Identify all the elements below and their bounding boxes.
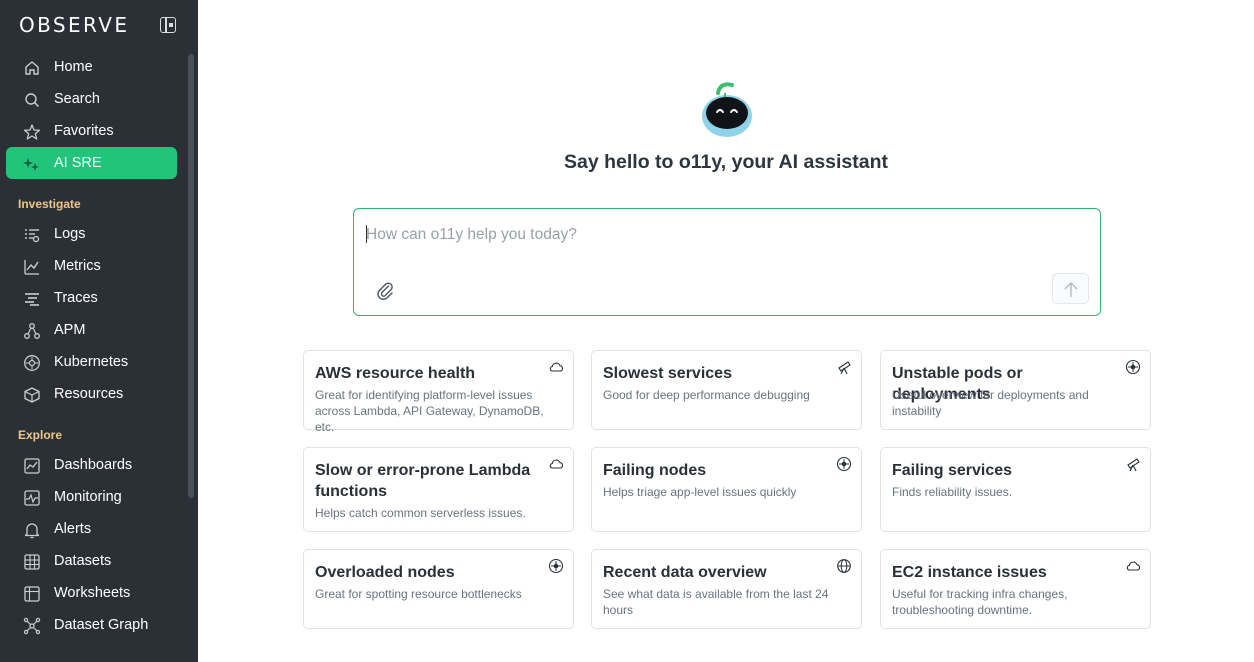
bell-icon [24,523,40,539]
kubernetes-icon [836,456,852,472]
sidebar-item-label: Search [54,91,100,107]
prompt-card-failing-services[interactable]: Failing services Finds reliability issue… [880,447,1151,532]
card-title: Overloaded nodes [315,564,455,581]
sidebar: OBSERVE Home Search Favorites AI SRE Inv… [0,0,198,662]
card-title: Failing services [892,462,1013,479]
cloud-icon [1126,561,1141,571]
sidebar-item-label: Resources [54,386,124,402]
sidebar-item-alerts[interactable]: Alerts [6,513,177,545]
prompt-card-overloaded-nodes[interactable]: Overloaded nodes Great for spotting reso… [303,549,574,629]
sidebar-item-apm[interactable]: APM [6,314,177,346]
prompt-card-slowest-services[interactable]: Slowest services Good for deep performan… [591,350,862,430]
prompt-card-recent-data-overview[interactable]: Recent data overview See what data is av… [591,549,862,629]
datasets-icon [24,554,40,570]
card-title: EC2 instance issues [892,564,1047,581]
card-description: Useful for tracking infra changes, troub… [892,587,1068,617]
sidebar-item-search[interactable]: Search [6,83,177,115]
sidebar-item-favorites[interactable]: Favorites [6,115,177,147]
graph-icon [23,617,41,635]
text-caret [366,225,367,243]
card-title: Slowest services [603,365,732,382]
sidebar-item-label: Metrics [54,258,101,274]
cloud-icon [549,459,564,469]
globe-icon [837,559,851,573]
search-icon [25,93,40,108]
sidebar-item-label: Dataset Graph [54,617,149,633]
o11y-robot-avatar [702,82,752,137]
prompt-card-unstable-pods[interactable]: Unstable pods or deployments Useful over… [880,350,1151,430]
arrow-up-icon [1064,281,1078,297]
logs-icon [25,229,40,243]
prompt-card-slow-lambda[interactable]: Slow or error-prone Lambda functions Hel… [303,447,574,532]
card-description: Helps triage app-level issues quickly [603,485,797,499]
sidebar-item-traces[interactable]: Traces [6,282,177,314]
card-description: Useful overview for deployments and inst… [892,388,1089,418]
prompt-card-ec2-instance-issues[interactable]: EC2 instance issues Useful for tracking … [880,549,1151,629]
card-title: AWS resource health [315,365,476,382]
sidebar-item-dashboards[interactable]: Dashboards [6,449,177,481]
card-description: See what data is available from the last… [603,587,829,617]
sidebar-item-label: Traces [54,290,98,306]
apm-icon [24,323,40,339]
kubernetes-icon [1125,359,1141,375]
observe-logo[interactable]: OBSERVE [19,12,129,38]
sidebar-item-label: Worksheets [54,585,131,601]
sidebar-item-label: Datasets [54,553,112,569]
kubernetes-icon [548,558,564,574]
sidebar-item-dataset-graph[interactable]: Dataset Graph [6,609,177,641]
card-title: Failing nodes [603,462,707,479]
star-icon [23,124,41,140]
main-content: Say hello to o11y, your AI assistant AWS… [198,0,1254,662]
sidebar-item-home[interactable]: Home [6,51,177,83]
card-title: Recent data overview [603,564,767,581]
sidebar-item-label: Kubernetes [54,354,129,370]
sidebar-item-resources[interactable]: Resources [6,378,177,410]
telescope-icon [838,361,851,375]
sidebar-item-logs[interactable]: Logs [6,218,177,250]
sidebar-item-label: APM [54,322,86,338]
card-description: Helps catch common serverless issues. [315,506,526,520]
home-icon [25,61,39,75]
traces-icon [25,293,39,306]
telescope-icon [1127,458,1140,472]
page-title: Say hello to o11y, your AI assistant [563,151,889,173]
worksheet-icon [24,586,40,602]
sidebar-item-ai-sre[interactable]: AI SRE [6,147,177,179]
collapse-sidebar-icon[interactable] [160,17,176,33]
metrics-icon [24,260,39,275]
card-description: Finds reliability issues. [892,485,1013,499]
card-description: Good for deep performance debugging [603,388,810,402]
monitoring-icon [24,490,40,506]
sidebar-item-label: Favorites [54,123,114,139]
kubernetes-icon [24,355,40,371]
ai-sparkle-icon [23,158,39,171]
sidebar-item-monitoring[interactable]: Monitoring [6,481,177,513]
attach-icon[interactable] [376,280,394,300]
sidebar-scrollbar[interactable] [188,54,194,498]
cloud-icon [549,362,564,372]
sidebar-item-label: Alerts [54,521,92,537]
card-title: Slow or error-prone Lambda functions [315,462,531,500]
sidebar-item-kubernetes[interactable]: Kubernetes [6,346,177,378]
section-title-investigate: Investigate [18,197,81,211]
sidebar-item-label: AI SRE [54,155,102,171]
sidebar-item-metrics[interactable]: Metrics [6,250,177,282]
sidebar-item-label: Home [54,59,93,75]
dashboard-icon [24,458,40,474]
resources-icon [24,387,40,403]
sidebar-item-datasets[interactable]: Datasets [6,545,177,577]
card-description: Great for spotting resource bottlenecks [315,587,522,601]
card-description: Great for identifying platform-level iss… [315,388,544,434]
section-title-explore: Explore [18,428,63,442]
sidebar-item-label: Monitoring [54,489,122,505]
sidebar-item-label: Logs [54,226,86,242]
prompt-card-failing-nodes[interactable]: Failing nodes Helps triage app-level iss… [591,447,862,532]
send-button[interactable] [1052,273,1089,304]
prompt-card-aws-resource-health[interactable]: AWS resource health Great for identifyin… [303,350,574,434]
sidebar-item-worksheets[interactable]: Worksheets [6,577,177,609]
prompt-box [353,208,1101,316]
sidebar-item-label: Dashboards [54,457,133,473]
prompt-input[interactable] [366,223,1066,247]
